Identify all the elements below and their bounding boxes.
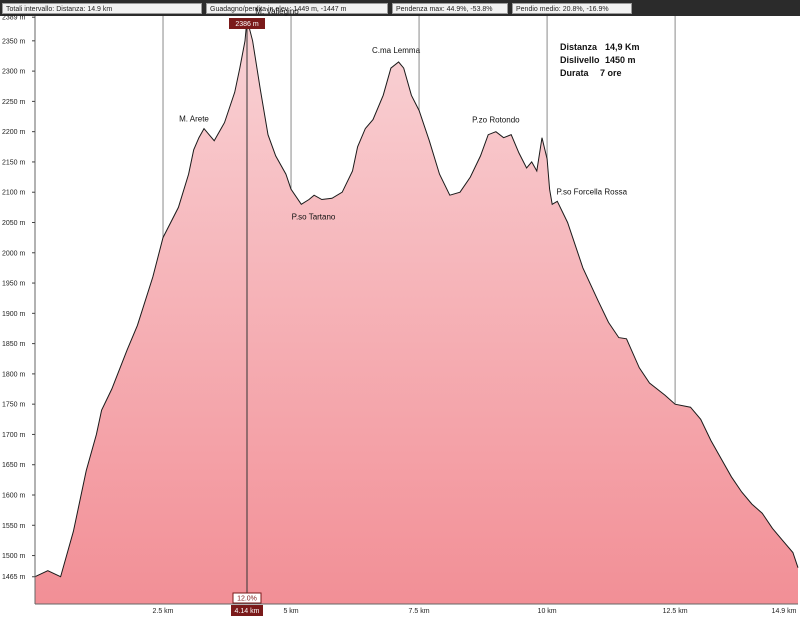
cursor-elevation-label: 2386 m — [235, 21, 259, 28]
y-tick-label: 2250 m — [2, 99, 26, 106]
x-tick-label: 10 km — [538, 608, 557, 615]
peak-label: M. Arete — [179, 115, 209, 124]
peak-label: P.zo Rotondo — [472, 116, 520, 125]
info-elevation-value: 1450 m — [605, 55, 636, 65]
y-tick-label: 2000 m — [2, 250, 26, 257]
info-duration-label: Durata — [560, 68, 590, 78]
x-tick-label: 12.5 km — [663, 608, 688, 615]
x-tick-label: 14.9 km — [772, 608, 797, 615]
y-tick-label: 1650 m — [2, 462, 26, 469]
x-tick-label: 5 km — [283, 608, 298, 615]
y-tick-label: 1465 m — [2, 574, 26, 581]
peak-label: P.so Forcella Rossa — [556, 187, 627, 196]
y-tick-label: 2100 m — [2, 190, 26, 197]
y-tick-label: 2350 m — [2, 38, 26, 45]
y-tick-label: 1700 m — [2, 432, 26, 439]
peak-label: M. Vallegino — [255, 7, 299, 16]
elevation-profile-chart: 2389 m 2350 m 2300 m 2250 m 2200 m 2150 m 2100… — [2, 7, 799, 616]
y-tick-label: 2150 m — [2, 159, 26, 166]
y-tick-label: 1750 m — [2, 402, 26, 409]
y-tick-label: 2389 m — [2, 15, 26, 22]
cursor-distance-label: 4.14 km — [235, 608, 260, 615]
y-tick-label: 1550 m — [2, 523, 26, 530]
y-axis-ticks: 2389 m 2350 m 2300 m 2250 m 2200 m 2150 m 2100… — [2, 15, 35, 581]
y-tick-label: 2300 m — [2, 69, 26, 76]
cursor-distance-badge: 4.14 km — [231, 605, 264, 616]
x-tick-label: 7.5 km — [409, 608, 430, 615]
peak-label: P.so Tartano — [292, 212, 336, 221]
peak-label: C.ma Lemma — [372, 46, 421, 55]
info-distance-value: 14,9 Km — [605, 42, 640, 52]
y-tick-label: 1850 m — [2, 341, 26, 348]
y-tick-label: 2050 m — [2, 220, 26, 227]
info-distance-label: Distanza — [560, 42, 598, 52]
y-tick-label: 1800 m — [2, 371, 26, 378]
y-tick-label: 1500 m — [2, 553, 26, 560]
y-tick-label: 1600 m — [2, 492, 26, 499]
y-tick-label: 1950 m — [2, 281, 26, 288]
x-tick-label: 2.5 km — [153, 608, 174, 615]
y-tick-label: 1900 m — [2, 311, 26, 318]
cursor-slope-badge: 12.0% — [232, 592, 262, 604]
y-tick-label: 2200 m — [2, 129, 26, 136]
cursor-elevation-badge: 2386 m — [229, 18, 266, 29]
info-duration-value: 7 ore — [600, 68, 622, 78]
cursor-slope-label: 12.0% — [237, 596, 257, 603]
info-elevation-label: Dislivello — [560, 55, 600, 65]
